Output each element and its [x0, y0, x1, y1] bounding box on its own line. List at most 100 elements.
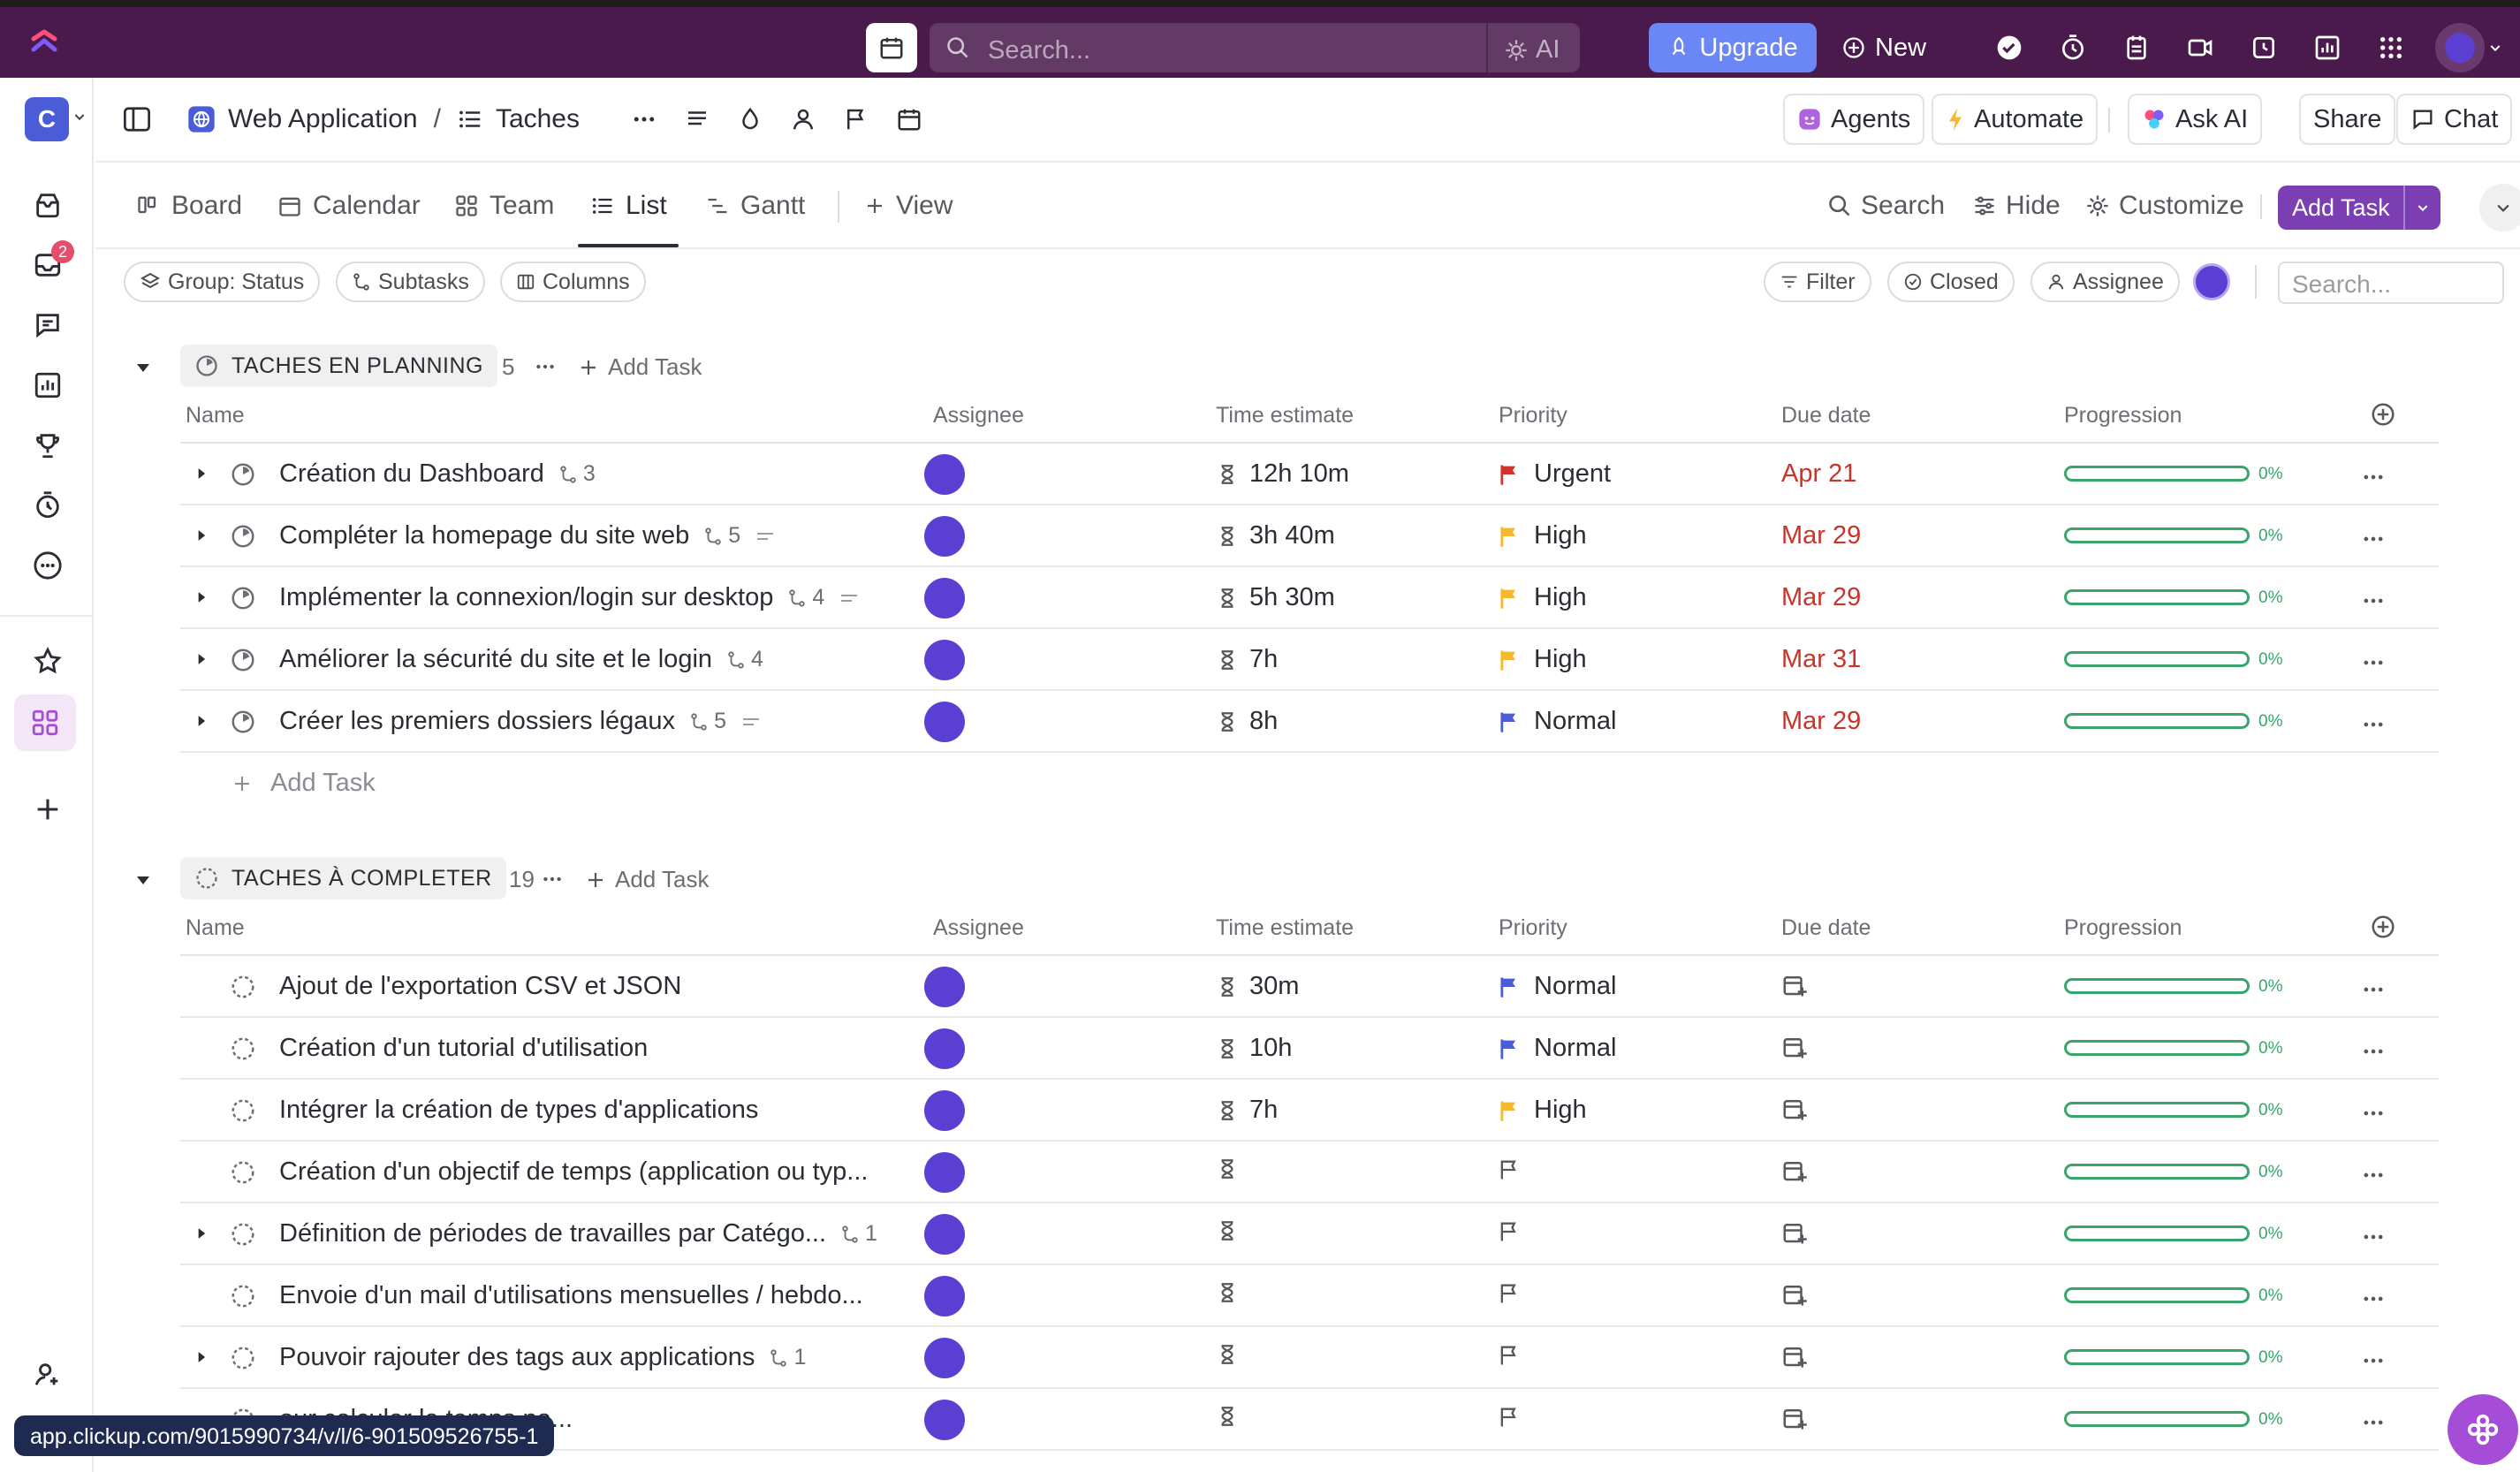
task-name[interactable]: Définition de périodes de travailles par…: [279, 1219, 826, 1248]
task-name-cell[interactable]: Améliorer la sécurité du site et le logi…: [279, 645, 763, 674]
table-row[interactable]: Améliorer la sécurité du site et le logi…: [180, 629, 2439, 691]
subtask-count[interactable]: 3: [558, 461, 596, 487]
assignee-chip[interactable]: Assignee: [2030, 262, 2180, 302]
task-status-button[interactable]: [230, 585, 256, 611]
breadcrumb-space[interactable]: Web Application: [228, 104, 418, 134]
assignee-avatar[interactable]: [924, 1400, 965, 1440]
priority-cell[interactable]: High: [1497, 645, 1587, 674]
calendar-shortcut-button[interactable]: [866, 23, 917, 72]
column-header-name[interactable]: Name: [186, 915, 245, 941]
time-estimate-cell[interactable]: [1216, 1219, 1239, 1242]
breadcrumb-list[interactable]: Taches: [496, 104, 580, 134]
dashboard-icon[interactable]: [2311, 30, 2343, 65]
expand-subtasks-toggle[interactable]: [193, 650, 210, 668]
subtask-count[interactable]: 1: [840, 1221, 877, 1247]
task-name[interactable]: Compléter la homepage du site web: [279, 521, 689, 550]
task-name[interactable]: Améliorer la sécurité du site et le logi…: [279, 645, 712, 674]
tab-team[interactable]: Team: [454, 191, 554, 221]
add-column-button[interactable]: [2370, 914, 2396, 940]
task-status-button[interactable]: [230, 1159, 256, 1186]
clickup-logo-icon[interactable]: [25, 27, 64, 62]
add-column-button[interactable]: [2370, 401, 2396, 428]
collapse-toolbar-button[interactable]: [2479, 184, 2520, 231]
task-name-cell[interactable]: Création d'un objectif de temps (applica…: [279, 1157, 868, 1187]
flag-icon[interactable]: [843, 106, 869, 133]
chevron-down-icon[interactable]: [72, 110, 87, 124]
row-more-button[interactable]: [2361, 1348, 2386, 1373]
priority-cell[interactable]: Normal: [1497, 972, 1616, 1001]
priority-cell[interactable]: High: [1497, 521, 1587, 550]
row-more-button[interactable]: [2361, 527, 2386, 551]
row-more-button[interactable]: [2361, 588, 2386, 613]
task-status-button[interactable]: [230, 1283, 256, 1309]
chevron-down-icon[interactable]: [2403, 186, 2440, 230]
expand-subtasks-toggle[interactable]: [193, 1348, 210, 1366]
tab-board[interactable]: Board: [136, 191, 242, 221]
row-more-button[interactable]: [2361, 712, 2386, 737]
table-row[interactable]: Création d'un tutorial d'utilisation 10h N…: [180, 1018, 2439, 1080]
assignee-avatar[interactable]: [924, 1090, 965, 1131]
column-header-due-date[interactable]: Due date: [1781, 915, 1871, 941]
timesheet-icon[interactable]: [30, 488, 65, 523]
set-due-date-button[interactable]: [1781, 1034, 1808, 1060]
group-collapse-toggle[interactable]: [133, 869, 154, 891]
task-name-cell[interactable]: Ajout de l'exportation CSV et JSON: [279, 972, 681, 1001]
filter-chip[interactable]: Filter: [1764, 262, 1871, 302]
priority-cell[interactable]: [1497, 1157, 1522, 1182]
share-button[interactable]: Share: [2299, 94, 2396, 145]
customize-button[interactable]: Customize: [2085, 191, 2244, 221]
column-header-assignee[interactable]: Assignee: [933, 915, 1024, 941]
row-more-button[interactable]: [2361, 1101, 2386, 1126]
due-date-value[interactable]: Mar 29: [1781, 521, 1861, 550]
task-name[interactable]: Intégrer la création de types d'applicat…: [279, 1096, 758, 1125]
task-name[interactable]: Création d'un tutorial d'utilisation: [279, 1034, 648, 1063]
due-date-value[interactable]: Mar 31: [1781, 645, 1861, 674]
ask-ai-button[interactable]: Ask AI: [2128, 94, 2263, 145]
time-estimate-cell[interactable]: 7h: [1216, 645, 1278, 674]
calendar-icon[interactable]: [896, 106, 922, 133]
task-status-button[interactable]: [230, 647, 256, 673]
set-due-date-button[interactable]: [1781, 1281, 1808, 1308]
task-status-button[interactable]: [230, 1036, 256, 1062]
search-tasks-button[interactable]: Search: [1827, 191, 1945, 221]
task-name[interactable]: Envoie d'un mail d'utilisations mensuell…: [279, 1281, 863, 1310]
group-collapse-toggle[interactable]: [133, 357, 154, 378]
table-row[interactable]: Création d'un objectif de temps (applica…: [180, 1142, 2439, 1203]
task-status-button[interactable]: [230, 1345, 256, 1371]
row-more-button[interactable]: [2361, 1286, 2386, 1311]
subtask-count[interactable]: 5: [689, 709, 726, 734]
task-name-cell[interactable]: Pouvoir rajouter des tags aux applicatio…: [279, 1343, 806, 1372]
user-icon[interactable]: [790, 106, 816, 133]
table-row[interactable]: Envoie d'un mail d'utilisations mensuell…: [180, 1265, 2439, 1327]
assignee-avatar[interactable]: [924, 1276, 965, 1316]
time-estimate-cell[interactable]: 12h 10m: [1216, 459, 1349, 489]
assignee-avatar[interactable]: [924, 640, 965, 680]
set-due-date-button[interactable]: [1781, 1219, 1808, 1246]
ai-search-button[interactable]: AI: [1504, 35, 1560, 64]
expand-subtasks-toggle[interactable]: [193, 588, 210, 606]
assignee-avatar[interactable]: [924, 578, 965, 618]
subtask-count[interactable]: 1: [769, 1345, 806, 1370]
table-row[interactable]: Compléter la homepage du site web 5 3h 40m…: [180, 505, 2439, 567]
task-name-cell[interactable]: Compléter la homepage du site web 5: [279, 521, 776, 550]
priority-cell[interactable]: High: [1497, 583, 1587, 612]
expand-subtasks-toggle[interactable]: [193, 527, 210, 544]
task-name-cell[interactable]: Créer les premiers dossiers légaux 5: [279, 707, 762, 736]
spaces-grid-icon[interactable]: [14, 694, 76, 751]
description-icon[interactable]: [684, 106, 710, 133]
priority-cell[interactable]: Normal: [1497, 1034, 1616, 1063]
automate-button[interactable]: Automate: [1932, 94, 2099, 145]
group-add-task-button[interactable]: Add Task: [585, 866, 709, 893]
task-name[interactable]: Implémenter la connexion/login sur deskt…: [279, 583, 773, 612]
task-name-cell[interactable]: Définition de périodes de travailles par…: [279, 1219, 877, 1248]
task-status-button[interactable]: [230, 523, 256, 550]
column-header-name[interactable]: Name: [186, 403, 245, 429]
time-estimate-cell[interactable]: 5h 30m: [1216, 583, 1335, 612]
time-estimate-cell[interactable]: [1216, 1405, 1239, 1428]
tab-list[interactable]: List: [590, 191, 667, 221]
invite-user-icon[interactable]: [30, 1357, 65, 1392]
group-status-pill[interactable]: TACHES EN PLANNING: [180, 345, 497, 387]
task-name-cell[interactable]: Envoie d'un mail d'utilisations mensuell…: [279, 1281, 863, 1310]
group-status-pill[interactable]: TACHES À COMPLETER: [180, 857, 506, 899]
set-due-date-button[interactable]: [1781, 1096, 1808, 1122]
